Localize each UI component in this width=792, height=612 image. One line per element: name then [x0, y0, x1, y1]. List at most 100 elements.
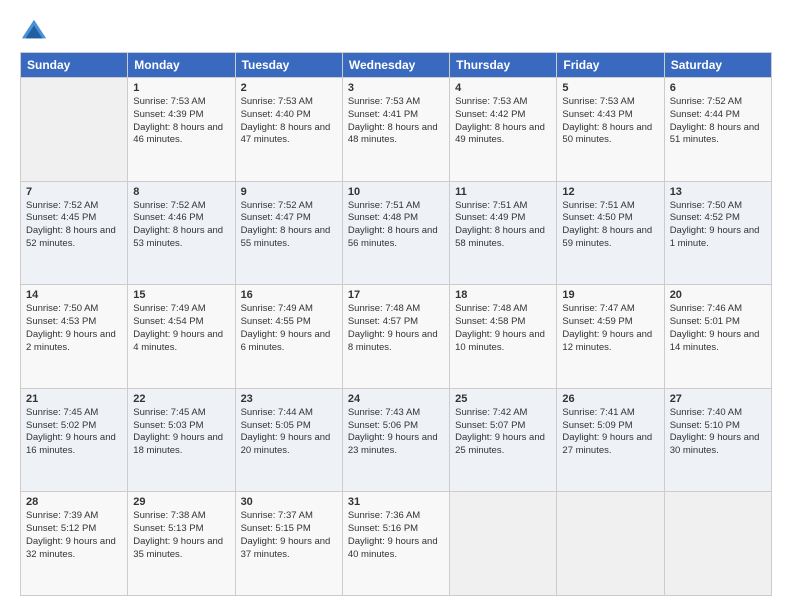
day-number: 19 — [562, 289, 658, 301]
cell-details: Sunrise: 7:39 AMSunset: 5:12 PMDaylight:… — [26, 510, 122, 561]
cell-details: Sunrise: 7:47 AMSunset: 4:59 PMDaylight:… — [562, 303, 658, 354]
calendar-cell: 17Sunrise: 7:48 AMSunset: 4:57 PMDayligh… — [342, 285, 449, 389]
day-number: 13 — [670, 186, 766, 198]
calendar-cell: 22Sunrise: 7:45 AMSunset: 5:03 PMDayligh… — [128, 388, 235, 492]
cell-details: Sunrise: 7:45 AMSunset: 5:03 PMDaylight:… — [133, 407, 229, 458]
day-number: 7 — [26, 186, 122, 198]
cell-details: Sunrise: 7:49 AMSunset: 4:54 PMDaylight:… — [133, 303, 229, 354]
cell-details: Sunrise: 7:38 AMSunset: 5:13 PMDaylight:… — [133, 510, 229, 561]
cell-details: Sunrise: 7:43 AMSunset: 5:06 PMDaylight:… — [348, 407, 444, 458]
calendar-cell: 13 Sunrise: 7:50 AMSunset: 4:52 PMDayligh… — [664, 181, 771, 285]
day-number: 16 — [241, 289, 337, 301]
calendar-cell: 8 Sunrise: 7:52 AMSunset: 4:46 PMDaylight… — [128, 181, 235, 285]
calendar-cell — [450, 492, 557, 596]
calendar-cell: 9 Sunrise: 7:52 AMSunset: 4:47 PMDaylight… — [235, 181, 342, 285]
cell-details: Sunrise: 7:45 AMSunset: 5:02 PMDaylight:… — [26, 407, 122, 458]
calendar-cell: 18 Sunrise: 7:48 AMSunset: 4:58 PMDayligh… — [450, 285, 557, 389]
day-number: 20 — [670, 289, 766, 301]
cell-details: Sunrise: 7:42 AMSunset: 5:07 PMDaylight:… — [455, 407, 551, 458]
day-number: 24 — [348, 393, 444, 405]
cell-details: Sunrise: 7:53 AMSunset: 4:43 PMDaylight:… — [562, 96, 658, 147]
day-number: 29 — [133, 496, 229, 508]
calendar-cell — [664, 492, 771, 596]
cell-details: Sunrise: 7:46 AMSunset: 5:01 PMDaylight:… — [670, 303, 766, 354]
day-number: 9 — [241, 186, 337, 198]
day-header-friday: Friday — [557, 53, 664, 78]
week-row-5: 28Sunrise: 7:39 AMSunset: 5:12 PMDayligh… — [21, 492, 772, 596]
cell-details: Sunrise: 7:36 AMSunset: 5:16 PMDaylight:… — [348, 510, 444, 561]
cell-details: Sunrise: 7:51 AMSunset: 4:48 PMDaylight:… — [348, 200, 444, 251]
week-row-3: 14 Sunrise: 7:50 AMSunset: 4:53 PMDayligh… — [21, 285, 772, 389]
day-number: 6 — [670, 82, 766, 94]
day-number: 18 — [455, 289, 551, 301]
day-number: 3 — [348, 82, 444, 94]
cell-details: Sunrise: 7:53 AMSunset: 4:40 PMDaylight:… — [241, 96, 337, 147]
cell-details: Sunrise: 7:44 AMSunset: 5:05 PMDaylight:… — [241, 407, 337, 458]
day-number: 15 — [133, 289, 229, 301]
calendar-cell: 20 Sunrise: 7:46 AMSunset: 5:01 PMDayligh… — [664, 285, 771, 389]
day-number: 21 — [26, 393, 122, 405]
day-number: 1 — [133, 82, 229, 94]
cell-details: Sunrise: 7:40 AMSunset: 5:10 PMDaylight:… — [670, 407, 766, 458]
calendar-cell: 27 Sunrise: 7:40 AMSunset: 5:10 PMDayligh… — [664, 388, 771, 492]
day-number: 2 — [241, 82, 337, 94]
calendar-cell — [21, 78, 128, 182]
week-row-4: 21 Sunrise: 7:45 AMSunset: 5:02 PMDayligh… — [21, 388, 772, 492]
day-number: 10 — [348, 186, 444, 198]
day-number: 5 — [562, 82, 658, 94]
cell-details: Sunrise: 7:52 AMSunset: 4:47 PMDaylight:… — [241, 200, 337, 251]
day-header-monday: Monday — [128, 53, 235, 78]
calendar-cell: 24 Sunrise: 7:43 AMSunset: 5:06 PMDayligh… — [342, 388, 449, 492]
day-number: 26 — [562, 393, 658, 405]
calendar-cell: 25 Sunrise: 7:42 AMSunset: 5:07 PMDayligh… — [450, 388, 557, 492]
cell-details: Sunrise: 7:52 AMSunset: 4:46 PMDaylight:… — [133, 200, 229, 251]
cell-details: Sunrise: 7:41 AMSunset: 5:09 PMDaylight:… — [562, 407, 658, 458]
calendar-cell: 19 Sunrise: 7:47 AMSunset: 4:59 PMDayligh… — [557, 285, 664, 389]
day-number: 17 — [348, 289, 444, 301]
calendar-cell: 15 Sunrise: 7:49 AMSunset: 4:54 PMDayligh… — [128, 285, 235, 389]
day-number: 30 — [241, 496, 337, 508]
calendar-cell: 12Sunrise: 7:51 AMSunset: 4:50 PMDayligh… — [557, 181, 664, 285]
calendar-cell: 30Sunrise: 7:37 AMSunset: 5:15 PMDayligh… — [235, 492, 342, 596]
page: SundayMondayTuesdayWednesdayThursdayFrid… — [0, 0, 792, 612]
calendar-cell: 1 Sunrise: 7:53 AMSunset: 4:39 PMDaylight… — [128, 78, 235, 182]
calendar-cell: 26 Sunrise: 7:41 AMSunset: 5:09 PMDayligh… — [557, 388, 664, 492]
calendar-cell: 28Sunrise: 7:39 AMSunset: 5:12 PMDayligh… — [21, 492, 128, 596]
week-row-1: 1 Sunrise: 7:53 AMSunset: 4:39 PMDaylight… — [21, 78, 772, 182]
cell-details: Sunrise: 7:48 AMSunset: 4:58 PMDaylight:… — [455, 303, 551, 354]
calendar-table: SundayMondayTuesdayWednesdayThursdayFrid… — [20, 52, 772, 596]
calendar-cell: 3 Sunrise: 7:53 AMSunset: 4:41 PMDaylight… — [342, 78, 449, 182]
calendar-cell: 7 Sunrise: 7:52 AMSunset: 4:45 PMDaylight… — [21, 181, 128, 285]
calendar-cell — [557, 492, 664, 596]
logo — [20, 16, 52, 44]
calendar-cell: 11 Sunrise: 7:51 AMSunset: 4:49 PMDayligh… — [450, 181, 557, 285]
day-number: 4 — [455, 82, 551, 94]
cell-details: Sunrise: 7:53 AMSunset: 4:41 PMDaylight:… — [348, 96, 444, 147]
calendar-cell: 23 Sunrise: 7:44 AMSunset: 5:05 PMDayligh… — [235, 388, 342, 492]
header-row: SundayMondayTuesdayWednesdayThursdayFrid… — [21, 53, 772, 78]
cell-details: Sunrise: 7:51 AMSunset: 4:49 PMDaylight:… — [455, 200, 551, 251]
day-number: 8 — [133, 186, 229, 198]
day-number: 27 — [670, 393, 766, 405]
cell-details: Sunrise: 7:53 AMSunset: 4:39 PMDaylight:… — [133, 96, 229, 147]
cell-details: Sunrise: 7:50 AMSunset: 4:52 PMDaylight:… — [670, 200, 766, 251]
calendar-cell: 29 Sunrise: 7:38 AMSunset: 5:13 PMDayligh… — [128, 492, 235, 596]
day-header-tuesday: Tuesday — [235, 53, 342, 78]
day-number: 25 — [455, 393, 551, 405]
day-number: 31 — [348, 496, 444, 508]
day-number: 11 — [455, 186, 551, 198]
calendar-cell: 4 Sunrise: 7:53 AMSunset: 4:42 PMDaylight… — [450, 78, 557, 182]
calendar-cell: 6Sunrise: 7:52 AMSunset: 4:44 PMDaylight… — [664, 78, 771, 182]
day-number: 14 — [26, 289, 122, 301]
calendar-cell: 10 Sunrise: 7:51 AMSunset: 4:48 PMDayligh… — [342, 181, 449, 285]
cell-details: Sunrise: 7:49 AMSunset: 4:55 PMDaylight:… — [241, 303, 337, 354]
day-header-thursday: Thursday — [450, 53, 557, 78]
cell-details: Sunrise: 7:50 AMSunset: 4:53 PMDaylight:… — [26, 303, 122, 354]
cell-details: Sunrise: 7:51 AMSunset: 4:50 PMDaylight:… — [562, 200, 658, 251]
cell-details: Sunrise: 7:52 AMSunset: 4:45 PMDaylight:… — [26, 200, 122, 251]
logo-icon — [20, 16, 48, 44]
calendar-cell: 31 Sunrise: 7:36 AMSunset: 5:16 PMDayligh… — [342, 492, 449, 596]
cell-details: Sunrise: 7:53 AMSunset: 4:42 PMDaylight:… — [455, 96, 551, 147]
day-number: 23 — [241, 393, 337, 405]
day-header-wednesday: Wednesday — [342, 53, 449, 78]
